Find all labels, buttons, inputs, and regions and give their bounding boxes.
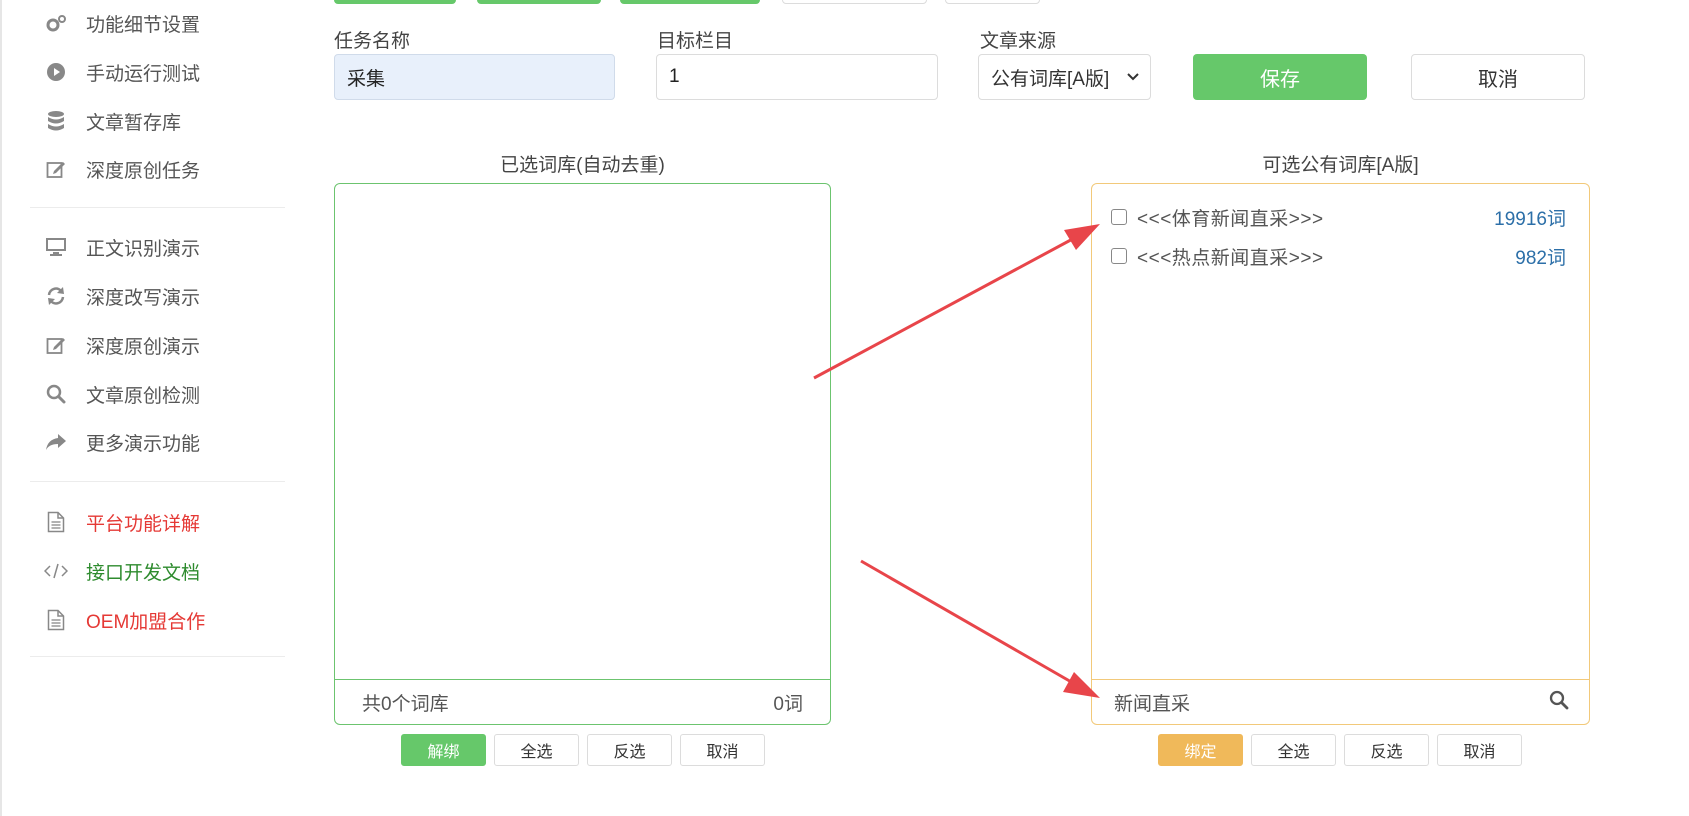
- available-libraries-title: 可选公有词库[A版]: [1262, 155, 1419, 176]
- sidebar-item-deep-original-task[interactable]: 深度原创任务: [44, 154, 200, 184]
- list-item[interactable]: <<<体育新闻直采>>> 19916词: [1111, 202, 1566, 232]
- sidebar-item-label: 手动运行测试: [86, 63, 201, 85]
- sidebar-item-label: 文章原创检测: [86, 385, 201, 407]
- document-icon: [44, 510, 68, 534]
- select-all-button[interactable]: 全选: [494, 734, 579, 766]
- library-word-count: 982词: [1515, 247, 1566, 269]
- sidebar-item-label: 功能细节设置: [86, 14, 201, 36]
- library-search-input[interactable]: [1112, 690, 1496, 714]
- selected-libraries-title: 已选词库(自动去重): [500, 155, 665, 176]
- search-icon[interactable]: [1549, 690, 1569, 715]
- target-column-input[interactable]: [656, 54, 938, 100]
- sidebar-item-label: 接口开发文档: [86, 562, 201, 584]
- sidebar-item-deep-original-demo[interactable]: 深度原创演示: [44, 330, 200, 360]
- unbind-button[interactable]: 解绑: [401, 734, 486, 766]
- play-circle-icon: [44, 60, 68, 84]
- sidebar-item-label: OEM加盟合作: [86, 611, 206, 633]
- library-checkbox[interactable]: [1111, 209, 1127, 225]
- chevron-down-icon: [1126, 66, 1140, 88]
- sidebar-item-platform-details[interactable]: 平台功能详解: [44, 507, 200, 537]
- cancel-selection-button[interactable]: 取消: [1437, 734, 1522, 766]
- invert-selection-button[interactable]: 反选: [1344, 734, 1429, 766]
- cancel-button[interactable]: 取消: [1411, 54, 1585, 100]
- available-libraries-panel: <<<体育新闻直采>>> 19916词 <<<热点新闻直采>>> 982词: [1091, 183, 1590, 725]
- sidebar-item-more-demos[interactable]: 更多演示功能: [44, 427, 200, 457]
- search-icon: [44, 382, 68, 406]
- article-source-value: 公有词库[A版]: [991, 68, 1110, 90]
- invert-selection-button[interactable]: 反选: [587, 734, 672, 766]
- save-button[interactable]: 保存: [1193, 54, 1367, 100]
- selected-total: 共0个词库: [362, 693, 449, 715]
- annotation-arrow: [860, 559, 1081, 689]
- sidebar-item-label: 更多演示功能: [86, 433, 201, 455]
- article-source-select[interactable]: 公有词库[A版]: [978, 54, 1151, 100]
- sidebar-item-manual-test[interactable]: 手动运行测试: [44, 57, 200, 87]
- code-icon: [44, 559, 68, 583]
- sidebar-item-label: 深度原创任务: [86, 160, 201, 182]
- top-button-4[interactable]: [782, 0, 927, 4]
- library-search-bar: [1092, 679, 1589, 724]
- top-button-1[interactable]: [334, 0, 456, 4]
- sidebar-item-deep-rewrite[interactable]: 深度改写演示: [44, 281, 200, 311]
- task-name-label: 任务名称: [334, 31, 411, 52]
- annotation-arrow: [813, 233, 1081, 380]
- cancel-selection-button[interactable]: 取消: [680, 734, 765, 766]
- article-source-label: 文章来源: [980, 31, 1057, 52]
- sidebar-item-label: 平台功能详解: [86, 513, 201, 535]
- sidebar-divider: [30, 207, 285, 208]
- database-icon: [44, 109, 68, 133]
- monitor-icon: [44, 235, 68, 259]
- edit-icon: [44, 333, 68, 357]
- selected-libraries-footer: 共0个词库 0词: [335, 679, 830, 724]
- sidebar-item-article-storage[interactable]: 文章暂存库: [44, 106, 181, 136]
- sidebar-item-text-recognition[interactable]: 正文识别演示: [44, 232, 200, 262]
- library-word-count: 19916词: [1494, 208, 1566, 230]
- list-item[interactable]: <<<热点新闻直采>>> 982词: [1111, 241, 1566, 271]
- sidebar-item-label: 深度改写演示: [86, 287, 201, 309]
- edit-icon: [44, 157, 68, 181]
- sidebar-item-originality-check[interactable]: 文章原创检测: [44, 379, 200, 409]
- sidebar-divider: [30, 481, 285, 482]
- left-border: [0, 0, 2, 816]
- sidebar-divider: [30, 656, 285, 657]
- top-button-3[interactable]: [620, 0, 760, 4]
- select-all-button[interactable]: 全选: [1251, 734, 1336, 766]
- sidebar-item-label: 文章暂存库: [86, 112, 182, 134]
- selected-word-count: 0词: [773, 693, 803, 715]
- top-button-5[interactable]: [945, 0, 1040, 4]
- share-icon: [44, 430, 68, 454]
- task-name-input[interactable]: [334, 54, 615, 100]
- refresh-icon: [44, 284, 68, 308]
- sidebar-item-label: 深度原创演示: [86, 336, 201, 358]
- sidebar-item-label: 正文识别演示: [86, 238, 201, 260]
- selected-libraries-panel: 共0个词库 0词: [334, 183, 831, 725]
- library-name: <<<体育新闻直采>>>: [1137, 208, 1324, 230]
- document-icon: [44, 608, 68, 632]
- library-checkbox[interactable]: [1111, 248, 1127, 264]
- top-button-2[interactable]: [477, 0, 601, 4]
- sidebar-item-oem[interactable]: OEM加盟合作: [44, 605, 205, 635]
- bind-button[interactable]: 绑定: [1158, 734, 1243, 766]
- sidebar-item-api-docs[interactable]: 接口开发文档: [44, 556, 200, 586]
- gears-icon: [44, 11, 68, 35]
- sidebar-item-feature-settings[interactable]: 功能细节设置: [44, 8, 200, 38]
- target-column-label: 目标栏目: [657, 31, 734, 52]
- library-name: <<<热点新闻直采>>>: [1137, 247, 1324, 269]
